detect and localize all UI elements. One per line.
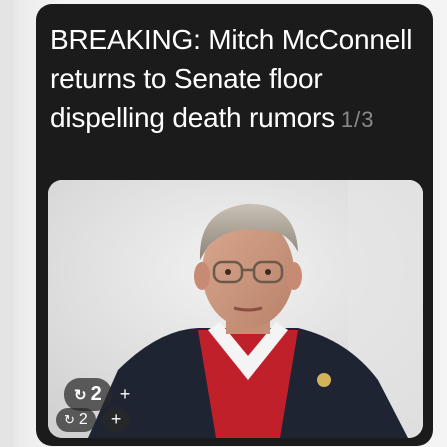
add-button[interactable]: + xyxy=(120,384,131,405)
repost-count: 2 xyxy=(90,383,102,405)
repost-icon: ↻ xyxy=(74,386,87,404)
left-edge xyxy=(0,0,14,447)
page-background: BREAKING: Mitch McConnell returns to Sen… xyxy=(0,0,447,447)
post-headline: BREAKING: Mitch McConnell returns to Sen… xyxy=(50,20,422,139)
small-overlay: ↻ 2 + xyxy=(56,407,131,432)
small-repost-pill[interactable]: ↻ 2 xyxy=(56,407,96,432)
small-repost-count: 2 xyxy=(78,410,88,428)
page-counter: 1/3 xyxy=(340,107,375,132)
small-add-button[interactable]: + xyxy=(101,407,131,432)
small-repost-icon: ↻ xyxy=(64,411,75,427)
post-card[interactable]: BREAKING: Mitch McConnell returns to Sen… xyxy=(36,4,433,446)
